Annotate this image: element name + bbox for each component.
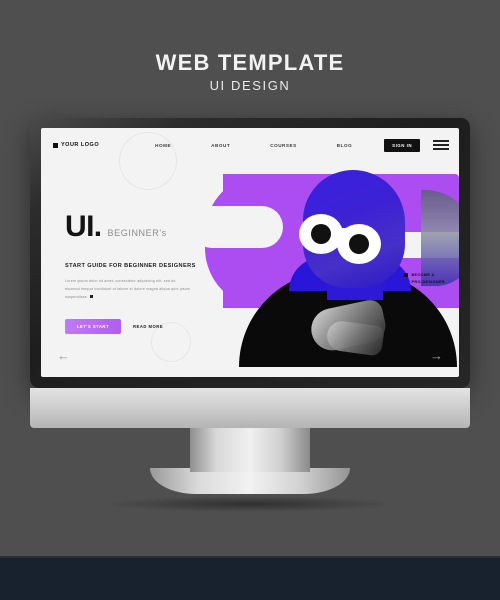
hero-body-text: Lorem ipsum dolor sit amet, consectetur … (65, 277, 191, 301)
badge-text: BECOME A PRO-DESIGNER (411, 272, 445, 286)
monitor-neck (190, 428, 310, 472)
hamburger-bar (433, 148, 449, 150)
sign-in-button[interactable]: SIGN IN (384, 138, 420, 152)
read-more-link[interactable]: READ MORE (133, 324, 163, 329)
lens-inner (311, 224, 331, 244)
nav-link-blog[interactable]: BLOG (337, 143, 352, 148)
hero-copy: UI. BEGINNER's START GUIDE FOR BEGINNER … (65, 210, 215, 335)
sunglasses-bridge (337, 228, 349, 233)
lets-start-button[interactable]: LET'S START (65, 319, 122, 335)
poster-header: WEB TEMPLATE UI DESIGN (0, 50, 500, 93)
nav-right-group: SIGN IN (384, 138, 449, 152)
site-logo[interactable]: YOUR LOGO (53, 142, 99, 148)
body-end-square-icon (89, 294, 94, 299)
monitor-mockup: YOUR LOGO HOME ABOUT COURSES BLOG SIGN I… (30, 118, 470, 512)
nav-links: HOME ABOUT COURSES BLOG (155, 143, 352, 148)
pro-designer-badge: BECOME A PRO-DESIGNER (404, 272, 445, 286)
carousel-next-arrow-icon[interactable]: → (430, 348, 443, 363)
poster-bottom-strip (0, 556, 500, 600)
hero-body-span: Lorem ipsum dolor sit amet, consectetur … (65, 279, 191, 300)
site-navbar: YOUR LOGO HOME ABOUT COURSES BLOG SIGN I… (41, 128, 459, 162)
logo-square-icon (53, 142, 58, 148)
hamburger-bar (433, 144, 449, 146)
sunglasses-lens-left (299, 214, 343, 254)
hero-subheading: START GUIDE FOR BEGINNER DESIGNERS (65, 263, 196, 269)
badge-line-2: PRO-DESIGNER (411, 280, 445, 285)
poster-subtitle: UI DESIGN (209, 78, 291, 94)
hero-cta-row: LET'S START READ MORE (65, 319, 215, 335)
badge-square-icon (404, 273, 409, 277)
nav-link-courses[interactable]: COURSES (270, 143, 297, 148)
poster-title: WEB TEMPLATE (155, 50, 345, 75)
monitor-chin (30, 388, 470, 428)
carousel-prev-arrow-icon[interactable]: ← (57, 348, 70, 363)
monitor-bezel: YOUR LOGO HOME ABOUT COURSES BLOG SIGN I… (30, 118, 470, 388)
hamburger-icon[interactable] (433, 140, 449, 150)
monitor-screen: YOUR LOGO HOME ABOUT COURSES BLOG SIGN I… (41, 128, 459, 377)
headline-main: UI. (65, 210, 102, 243)
hero-section: UI. BEGINNER's START GUIDE FOR BEGINNER … (41, 132, 459, 377)
nav-link-about[interactable]: ABOUT (211, 143, 230, 148)
nav-link-home[interactable]: HOME (155, 143, 171, 148)
hero-person-image (231, 162, 459, 377)
monitor-shadow (105, 496, 395, 512)
hero-headline: UI. BEGINNER's (65, 210, 215, 244)
logo-text: YOUR LOGO (61, 142, 100, 148)
badge-line-1: BECOME A (411, 273, 435, 277)
lens-inner (349, 234, 369, 254)
headline-sub: BEGINNER's (107, 228, 167, 238)
hamburger-bar (433, 140, 449, 142)
